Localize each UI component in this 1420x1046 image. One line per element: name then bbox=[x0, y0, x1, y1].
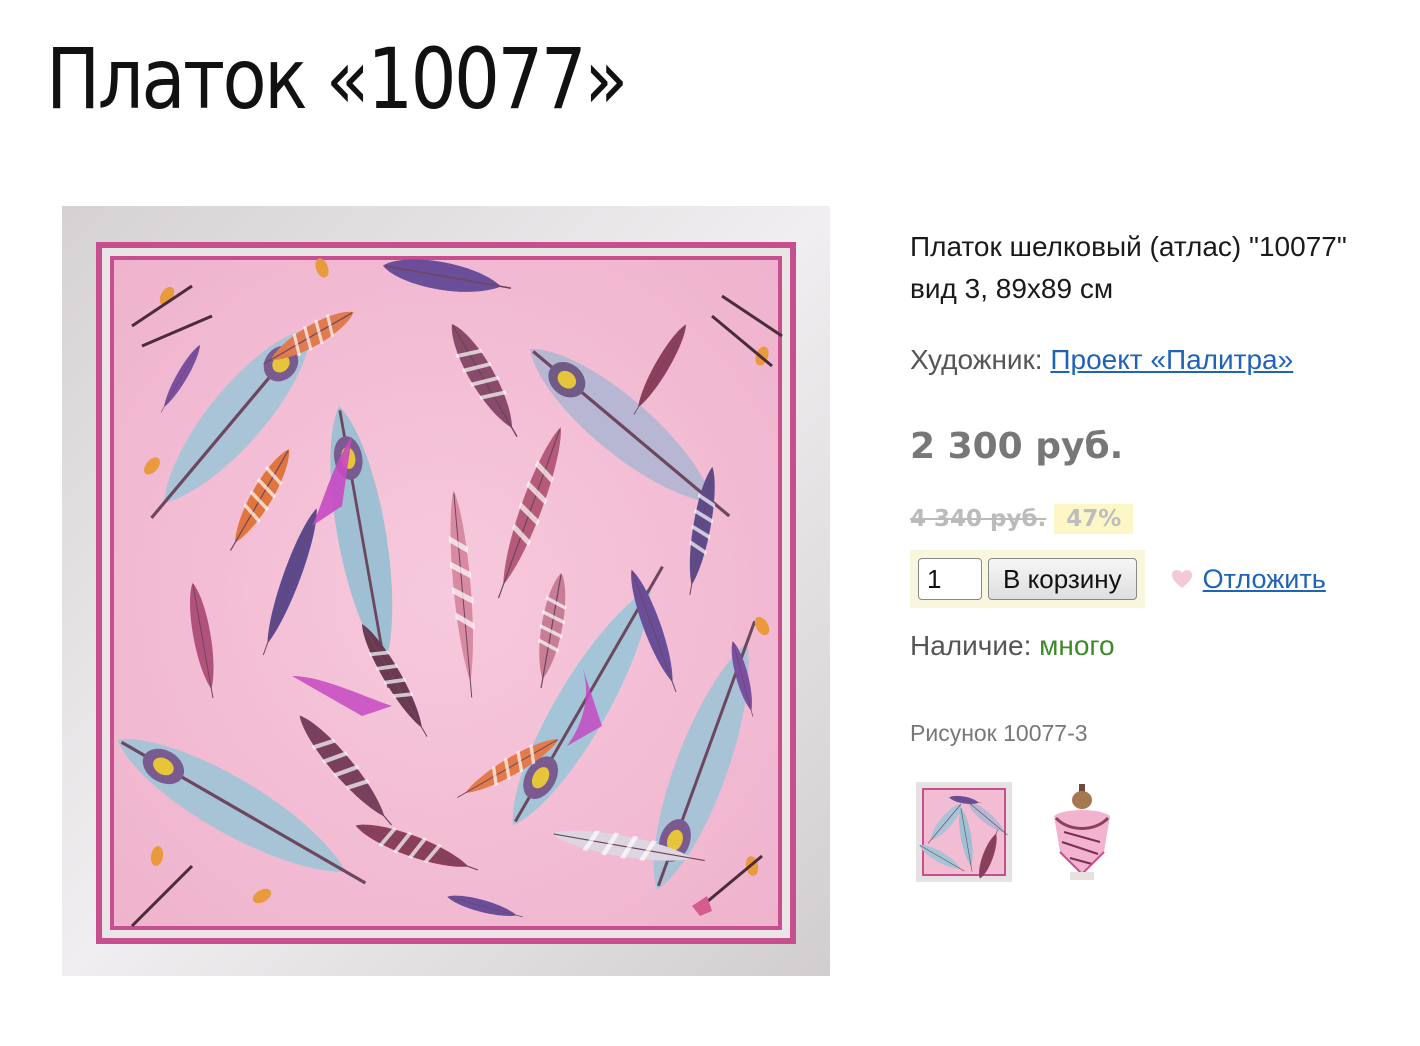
add-to-cart-button[interactable]: В корзину bbox=[988, 558, 1137, 600]
artist-line: Художник: Проект «Палитра» bbox=[910, 344, 1293, 376]
heart-icon bbox=[1171, 570, 1192, 588]
discount-badge: 47% bbox=[1054, 504, 1134, 534]
old-price: 4 340 руб. bbox=[910, 506, 1047, 532]
wishlist-link[interactable]: Отложить bbox=[1203, 564, 1326, 595]
stock-label: Наличие: bbox=[910, 630, 1032, 661]
wishlist[interactable]: Отложить bbox=[1171, 564, 1326, 595]
quantity-input[interactable] bbox=[918, 558, 982, 600]
picture-label: Рисунок 10077-3 bbox=[910, 720, 1088, 746]
thumbnail-scarf-mannequin[interactable] bbox=[1034, 782, 1130, 882]
product-main-image[interactable] bbox=[62, 206, 830, 976]
product-info: Платок шелковый (атлас) "10077" вид 3, 8… bbox=[910, 226, 1400, 882]
cart-box: В корзину bbox=[910, 550, 1145, 608]
old-price-row: 4 340 руб. 47% bbox=[910, 504, 1134, 534]
product-description: Платок шелковый (атлас) "10077" вид 3, 8… bbox=[910, 231, 1347, 304]
thumbnail-gallery bbox=[916, 782, 1130, 882]
artist-label: Художник: bbox=[910, 344, 1043, 375]
current-price: 2 300 руб. bbox=[910, 426, 1124, 467]
artist-link[interactable]: Проект «Палитра» bbox=[1050, 344, 1293, 375]
cart-row: В корзину Отложить bbox=[910, 550, 1326, 608]
thumbnail-scarf-flat[interactable] bbox=[916, 782, 1012, 882]
stock-line: Наличие: много bbox=[910, 630, 1115, 662]
page-title: Платок «10077» bbox=[46, 30, 628, 128]
stock-value: много bbox=[1039, 630, 1115, 661]
